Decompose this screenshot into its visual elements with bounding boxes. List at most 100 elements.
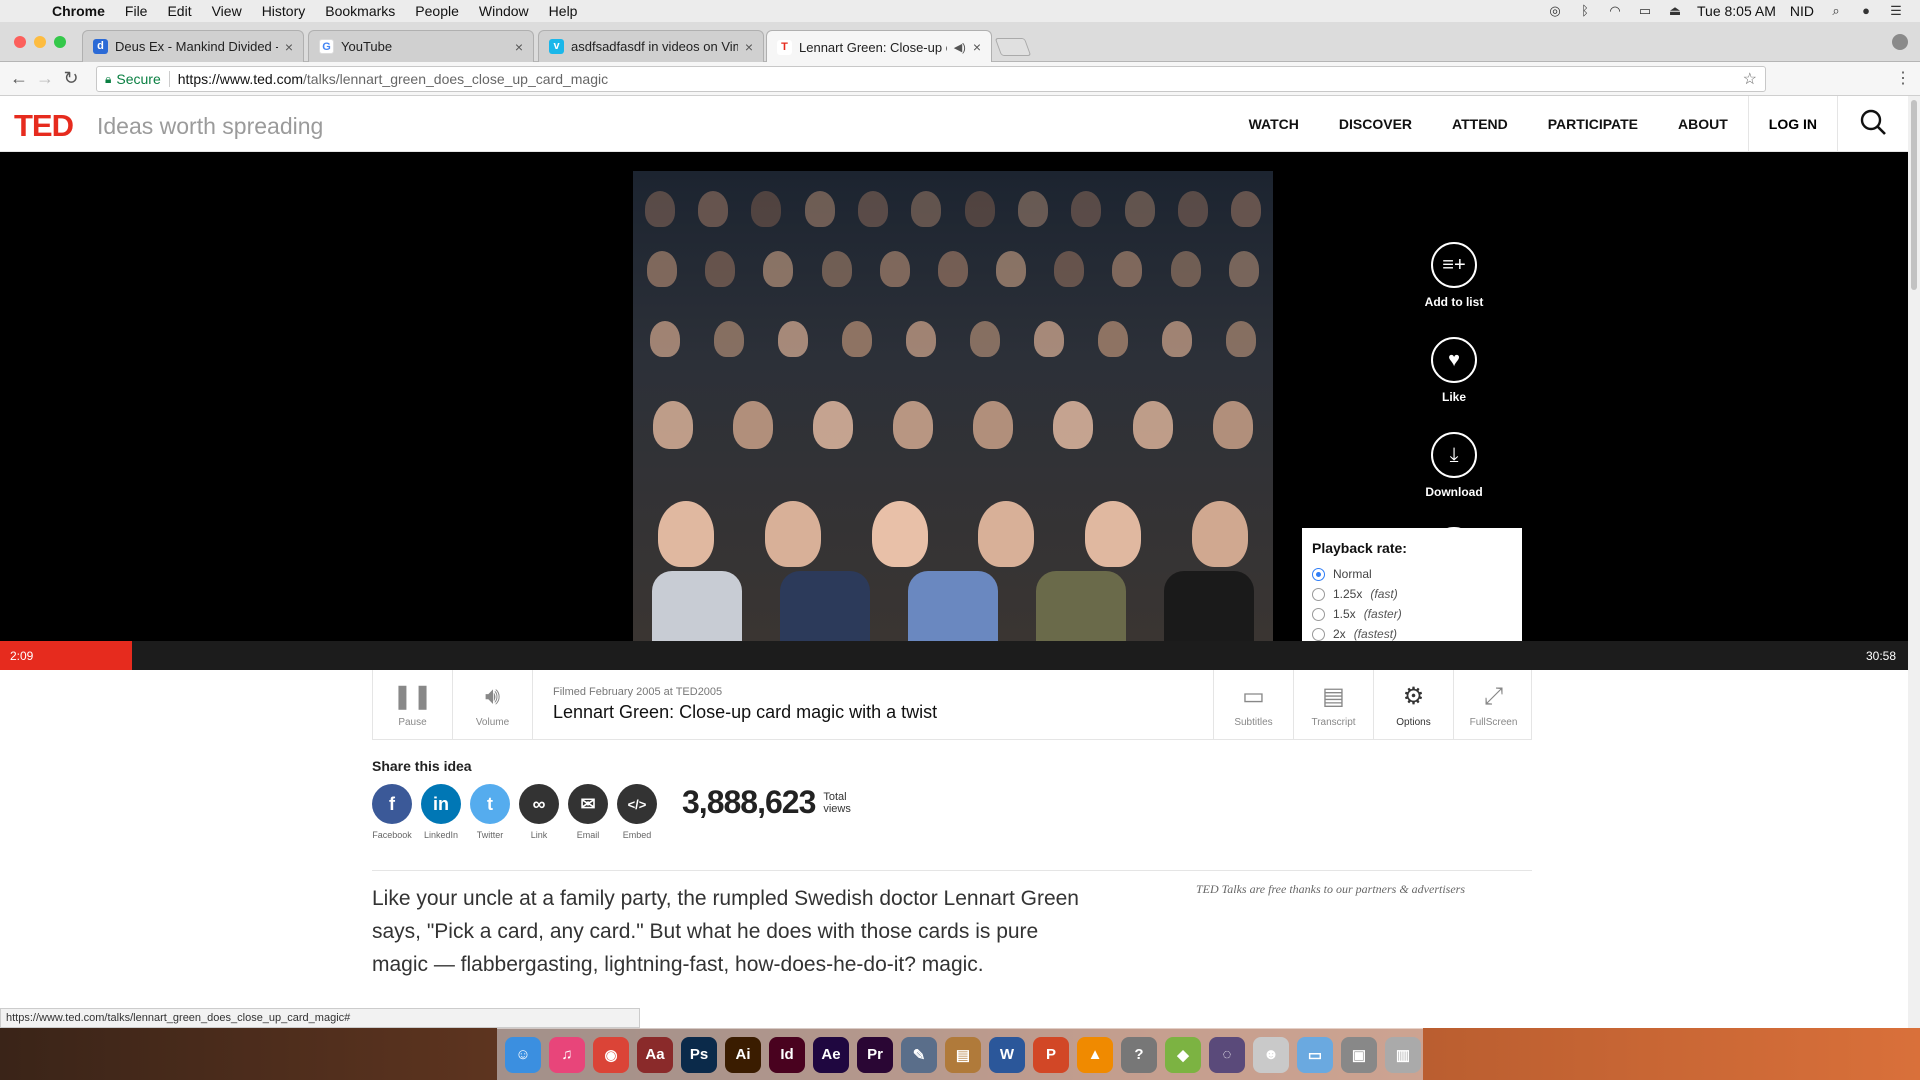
radio-icon[interactable]: [1312, 587, 1325, 601]
share-linkedin[interactable]: in LinkedIn: [421, 784, 461, 840]
nav-watch[interactable]: WATCH: [1229, 116, 1319, 132]
tab-audio-icon[interactable]: ◀): [954, 41, 966, 54]
nav-discover[interactable]: DISCOVER: [1319, 116, 1432, 132]
fullscreen-button[interactable]: ⤢ FullScreen: [1453, 670, 1533, 740]
menu-app-chrome[interactable]: Chrome: [42, 3, 115, 19]
menu-edit[interactable]: Edit: [157, 3, 201, 19]
zoom-window-button[interactable]: [54, 36, 66, 48]
video-stage[interactable]: ≡+ Add to list ♥ Like ⤓ Download: [0, 152, 1908, 641]
tab-deus-ex[interactable]: d Deus Ex - Mankind Divided - C ×: [82, 30, 304, 62]
finder-icon[interactable]: ☺: [505, 1036, 541, 1073]
partners-note[interactable]: TED Talks are free thanks to our partner…: [1196, 882, 1465, 897]
menu-help[interactable]: Help: [539, 3, 588, 19]
indesign-icon[interactable]: Id: [769, 1036, 805, 1073]
transcript-button[interactable]: ▤ Transcript: [1293, 670, 1373, 740]
menu-window[interactable]: Window: [469, 3, 539, 19]
minimize-window-button[interactable]: [34, 36, 46, 48]
profile-icon[interactable]: [1892, 34, 1908, 50]
like-button[interactable]: ♥ Like: [1431, 337, 1477, 404]
photoshop-icon[interactable]: Ps: [681, 1036, 717, 1073]
video-progress-bar[interactable]: 2:09 30:58: [0, 641, 1908, 670]
download-button[interactable]: ⤓ Download: [1425, 432, 1483, 499]
chrome-menu-icon[interactable]: ⋮: [1890, 68, 1916, 88]
downloads-folder-icon[interactable]: ▭: [1297, 1036, 1333, 1073]
wifi-icon[interactable]: ◠: [1607, 4, 1623, 18]
android-file-transfer-icon[interactable]: ◆: [1165, 1036, 1201, 1073]
add-to-list-button[interactable]: ≡+ Add to list: [1425, 242, 1483, 309]
tab-youtube[interactable]: G YouTube ×: [308, 30, 534, 62]
radio-selected-icon[interactable]: [1312, 567, 1325, 581]
illustrator-icon[interactable]: Ai: [725, 1036, 761, 1073]
menu-bookmarks[interactable]: Bookmarks: [315, 3, 405, 19]
back-arrow-icon[interactable]: ←: [6, 68, 32, 89]
menu-user[interactable]: NID: [1790, 3, 1814, 19]
trash-icon[interactable]: ▥: [1385, 1036, 1421, 1073]
airplay-icon[interactable]: ▭: [1637, 4, 1653, 18]
close-tab-icon[interactable]: ×: [515, 39, 523, 55]
close-tab-icon[interactable]: ×: [745, 39, 753, 55]
itunes-icon[interactable]: ♫: [549, 1036, 585, 1073]
eject-icon[interactable]: ⏏: [1667, 4, 1683, 18]
share-label: LinkedIn: [423, 830, 459, 840]
playback-option-1-25x[interactable]: 1.25x (fast): [1312, 584, 1512, 604]
scrobbles-icon[interactable]: ◌: [1209, 1036, 1245, 1073]
nav-attend[interactable]: ATTEND: [1432, 116, 1528, 132]
options-button[interactable]: ⚙ Options: [1373, 670, 1453, 740]
word-icon[interactable]: W: [989, 1036, 1025, 1073]
volume-button[interactable]: 🔊︎ Volume: [453, 670, 533, 740]
spotlight-icon[interactable]: ⌕: [1828, 4, 1844, 18]
notification-center-icon[interactable]: ☰: [1888, 4, 1904, 18]
close-window-button[interactable]: [14, 36, 26, 48]
address-bar[interactable]: 🔒︎ Secure https://www.ted.com /talks/len…: [96, 66, 1766, 92]
creative-cloud-icon[interactable]: ◎: [1547, 4, 1563, 18]
radio-icon[interactable]: [1312, 607, 1325, 621]
emoji-icon[interactable]: ☻: [1253, 1036, 1289, 1073]
screen-capture-icon[interactable]: ▣: [1341, 1036, 1377, 1073]
bluetooth-icon[interactable]: ᛒ: [1577, 4, 1593, 18]
vlc-icon[interactable]: ▲: [1077, 1036, 1113, 1073]
menu-people[interactable]: People: [405, 3, 469, 19]
fullscreen-label: FullScreen: [1469, 716, 1518, 728]
close-tab-icon[interactable]: ×: [285, 39, 293, 55]
share-label: Embed: [622, 830, 652, 840]
nav-login[interactable]: LOG IN: [1747, 96, 1838, 152]
share-twitter[interactable]: t Twitter: [470, 784, 510, 840]
tab-ted-active[interactable]: T Lennart Green: Close-up ca ◀) ×: [766, 30, 992, 63]
tab-vimeo[interactable]: v asdfsadfasdf in videos on Vim ×: [538, 30, 764, 62]
share-facebook[interactable]: f Facebook: [372, 784, 412, 840]
dictionary-icon[interactable]: Aa: [637, 1036, 673, 1073]
bookmark-star-icon[interactable]: ☆: [1743, 69, 1757, 89]
radio-icon[interactable]: [1312, 627, 1325, 641]
reload-icon[interactable]: ↻: [58, 68, 84, 89]
video-frame[interactable]: [633, 171, 1273, 641]
siri-icon[interactable]: ●: [1858, 4, 1874, 18]
forward-arrow-icon[interactable]: →: [32, 68, 58, 89]
nav-about[interactable]: ABOUT: [1658, 116, 1748, 132]
menu-clock[interactable]: Tue 8:05 AM: [1697, 3, 1776, 19]
instruments-icon[interactable]: ✎: [901, 1036, 937, 1073]
search-icon[interactable]: [1838, 108, 1908, 141]
nav-participate[interactable]: PARTICIPATE: [1528, 116, 1658, 132]
menu-view[interactable]: View: [202, 3, 252, 19]
share-embed[interactable]: </> Embed: [617, 784, 657, 840]
premiere-icon[interactable]: Pr: [857, 1036, 893, 1073]
scrollbar-thumb[interactable]: [1911, 100, 1917, 290]
close-tab-icon[interactable]: ×: [973, 39, 981, 55]
powerpoint-icon[interactable]: P: [1033, 1036, 1069, 1073]
share-link[interactable]: ∞ Link: [519, 784, 559, 840]
menu-history[interactable]: History: [252, 3, 316, 19]
page-scrollbar[interactable]: [1908, 96, 1920, 1028]
share-email[interactable]: ✉ Email: [568, 784, 608, 840]
download-icon: ⤓: [1430, 432, 1477, 478]
subtitles-button[interactable]: ▭ Subtitles: [1213, 670, 1293, 740]
after-effects-icon[interactable]: Ae: [813, 1036, 849, 1073]
ted-logo[interactable]: TED: [14, 108, 74, 144]
playback-option-1-5x[interactable]: 1.5x (faster): [1312, 604, 1512, 624]
preview-icon[interactable]: ▤: [945, 1036, 981, 1073]
new-tab-button[interactable]: [994, 38, 1032, 56]
help-icon[interactable]: ?: [1121, 1036, 1157, 1073]
playback-option-normal[interactable]: Normal: [1312, 564, 1512, 584]
chrome-icon[interactable]: ◉: [593, 1036, 629, 1073]
menu-file[interactable]: File: [115, 3, 158, 19]
pause-button[interactable]: ❚❚ Pause: [373, 670, 453, 740]
